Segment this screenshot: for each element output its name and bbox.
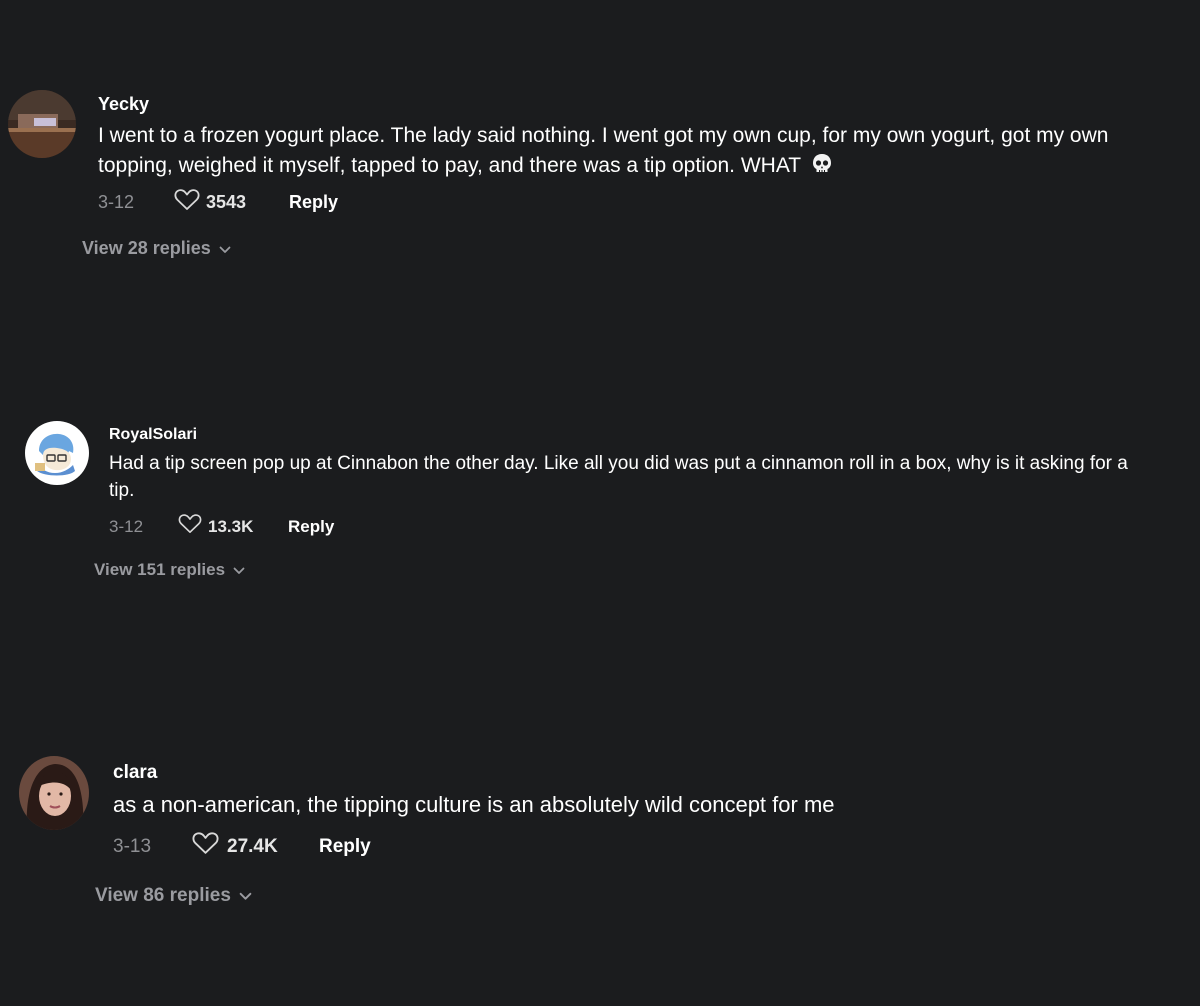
comment-username[interactable]: RoyalSolari bbox=[109, 426, 197, 444]
comment-username[interactable]: clara bbox=[113, 762, 157, 784]
comment-text: I went to a frozen yogurt place. The lad… bbox=[98, 121, 1188, 184]
comment-text: Had a tip screen pop up at Cinnabon the … bbox=[109, 453, 1128, 501]
like-button[interactable]: 27.4K bbox=[192, 832, 319, 861]
comment-text-body: I went to a frozen yogurt place. The lad… bbox=[98, 124, 1109, 177]
view-replies-label: View 86 replies bbox=[95, 885, 231, 906]
portrait-avatar-icon bbox=[19, 756, 89, 830]
reply-button[interactable]: Reply bbox=[289, 192, 338, 213]
reply-button[interactable]: Reply bbox=[319, 836, 371, 858]
avatar[interactable] bbox=[25, 421, 89, 485]
heart-icon[interactable] bbox=[174, 189, 200, 216]
comment-item: Yecky I went to a frozen yogurt place. T… bbox=[0, 0, 1200, 270]
comment-date: 3-12 bbox=[109, 516, 144, 536]
comment-username[interactable]: Yecky bbox=[98, 94, 149, 115]
comment-meta: 3-12 3543 Reply bbox=[98, 189, 338, 216]
comment-item: RoyalSolari Had a tip screen pop up at C… bbox=[0, 400, 1200, 600]
view-replies-label: View 28 replies bbox=[82, 238, 211, 258]
skull-icon bbox=[811, 153, 833, 184]
comment-meta: 3-13 27.4K Reply bbox=[113, 832, 371, 861]
reply-button[interactable]: Reply bbox=[288, 517, 334, 537]
like-count: 27.4K bbox=[227, 835, 278, 857]
cartoon-avatar-icon bbox=[25, 421, 89, 485]
chevron-down-icon bbox=[233, 560, 245, 580]
like-button[interactable]: 13.3K bbox=[178, 514, 288, 539]
avatar[interactable] bbox=[8, 90, 76, 158]
view-replies-button[interactable]: View 151 replies bbox=[94, 560, 245, 580]
comment-text: as a non-american, the tipping culture i… bbox=[113, 792, 835, 817]
like-count: 13.3K bbox=[208, 516, 254, 536]
comment-meta: 3-12 13.3K Reply bbox=[109, 514, 334, 539]
like-button[interactable]: 3543 bbox=[174, 189, 289, 216]
comment-date: 3-13 bbox=[113, 835, 152, 857]
photo-avatar-icon bbox=[8, 90, 76, 158]
view-replies-label: View 151 replies bbox=[94, 560, 226, 579]
comment-item: clara as a non-american, the tipping cul… bbox=[0, 740, 1200, 940]
chevron-down-icon bbox=[239, 885, 252, 907]
heart-icon[interactable] bbox=[178, 514, 202, 539]
heart-icon[interactable] bbox=[192, 832, 219, 861]
avatar[interactable] bbox=[19, 756, 89, 830]
comment-date: 3-12 bbox=[98, 192, 135, 212]
view-replies-button[interactable]: View 86 replies bbox=[95, 885, 252, 907]
view-replies-button[interactable]: View 28 replies bbox=[82, 238, 231, 259]
like-count: 3543 bbox=[206, 192, 247, 212]
chevron-down-icon bbox=[219, 238, 231, 259]
